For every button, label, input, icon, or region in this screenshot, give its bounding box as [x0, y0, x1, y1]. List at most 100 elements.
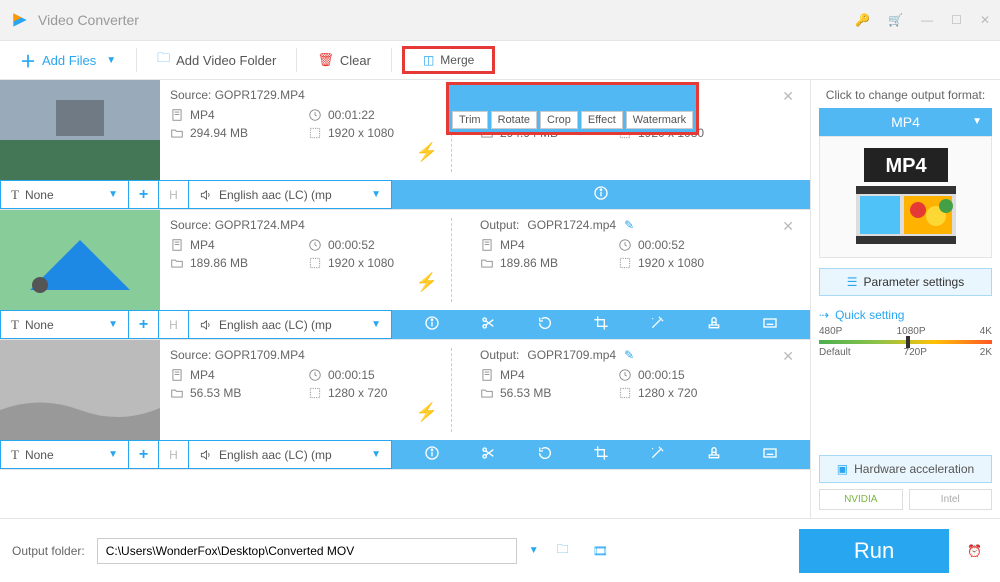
hd-toggle[interactable]: H [159, 181, 189, 208]
crop-button[interactable]: Crop [540, 87, 578, 129]
source-column: Source: GOPR1724.MP4 MP400:00:52 189.86 … [160, 210, 440, 310]
source-column: Source: GOPR1729.MP4 MP400:01:22 294.94 … [160, 80, 440, 180]
folder-icon: 🗀 [157, 49, 170, 71]
merge-button[interactable]: ◫ Merge [402, 46, 495, 74]
dropdown-icon[interactable]: ▼ [529, 545, 539, 556]
watermark-button[interactable]: Watermark [626, 87, 693, 129]
src-duration: 00:00:52 [328, 238, 375, 252]
thumbnail[interactable] [0, 210, 160, 310]
subtitle-button[interactable] [758, 441, 782, 468]
remove-row-button[interactable]: ✕ [782, 218, 794, 235]
watermark-button[interactable] [702, 441, 726, 468]
add-subtitle-button[interactable]: + [129, 311, 159, 338]
subtitle-selector[interactable]: TNone▼ [1, 311, 129, 338]
watermark-button[interactable] [702, 311, 726, 338]
info-button[interactable] [589, 181, 613, 208]
output-filename: GOPR1709.mp4 [527, 348, 616, 362]
edit-name-icon[interactable]: ✎ [624, 218, 634, 232]
audio-value: English aac (LC) (mp [219, 448, 332, 462]
src-format: MP4 [190, 368, 215, 382]
nvidia-chip: NVIDIA [819, 489, 903, 510]
edit-tools-popup: Trim Rotate Crop Effect Watermark [446, 82, 699, 135]
src-size: 294.94 MB [190, 126, 248, 140]
film-icon[interactable]: 🎞 [587, 544, 614, 558]
audio-selector[interactable]: English aac (LC) (mp▼ [189, 441, 391, 468]
remove-row-button[interactable]: ✕ [782, 348, 794, 365]
bolt-icon: ⚡ [416, 142, 438, 163]
clear-button[interactable]: 🗑 Clear [297, 41, 391, 79]
add-folder-button[interactable]: 🗀 Add Video Folder [137, 41, 296, 79]
src-resolution: 1280 x 720 [328, 386, 387, 400]
svg-text:MP4: MP4 [885, 155, 927, 177]
thumbnail[interactable] [0, 80, 160, 180]
crop-button[interactable] [589, 311, 613, 338]
src-duration: 00:01:22 [328, 108, 375, 122]
sliders-icon: ☰ [847, 275, 858, 289]
chevron-down-icon: ▼ [108, 189, 118, 200]
bolt-icon: ⚡ [416, 402, 438, 423]
clock-icon[interactable]: ⏰ [961, 544, 988, 558]
audio-value: English aac (LC) (mp [219, 188, 332, 202]
cart-icon[interactable]: 🛒 [888, 13, 903, 27]
preset-tick: 4K [980, 326, 992, 337]
output-column: Output: GOPR1709.mp4 ✎ MP400:00:15 56.53… [440, 340, 720, 440]
dimensions-icon [618, 256, 632, 270]
side-panel: Click to change output format: MP4 ▼ MP4… [810, 80, 1000, 518]
minimize-button[interactable]: — [921, 13, 933, 27]
trim-button[interactable] [476, 441, 500, 468]
key-icon[interactable]: 🔑 [855, 13, 870, 27]
parameter-settings-button[interactable]: ☰ Parameter settings [819, 268, 992, 296]
add-subtitle-button[interactable]: + [129, 181, 159, 208]
info-button[interactable] [420, 311, 444, 338]
clock-icon [308, 238, 322, 252]
effect-button[interactable] [645, 441, 669, 468]
trim-icon [458, 87, 482, 109]
maximize-button[interactable]: ☐ [951, 13, 962, 27]
source-prefix: Source: [170, 218, 211, 232]
edit-name-icon[interactable]: ✎ [624, 348, 634, 362]
rotate-button[interactable] [533, 441, 557, 468]
rotate-button[interactable] [533, 311, 557, 338]
output-folder-label: Output folder: [12, 544, 85, 558]
trim-button[interactable] [476, 311, 500, 338]
out-format: MP4 [500, 368, 525, 382]
rotate-label: Rotate [491, 111, 537, 129]
quality-slider[interactable]: 480P1080P4K Default720P2K [819, 326, 992, 358]
audio-selector[interactable]: English aac (LC) (mp▼ [189, 181, 391, 208]
output-folder-input[interactable] [97, 538, 517, 564]
file-row: ✕ Source: GOPR1709.MP4 MP400:00:15 56.53… [0, 340, 810, 470]
open-folder-icon[interactable]: 🗀 [551, 540, 575, 561]
info-button[interactable] [420, 441, 444, 468]
format-preview[interactable]: MP4 [819, 136, 992, 258]
subtitle-selector[interactable]: TNone▼ [1, 181, 129, 208]
format-icon [170, 238, 184, 252]
sound-icon [199, 188, 213, 202]
hd-toggle[interactable]: H [159, 311, 189, 338]
run-button[interactable]: Run [799, 529, 949, 573]
hardware-accel-button[interactable]: ▣ Hardware acceleration [819, 455, 992, 483]
close-button[interactable]: ✕ [980, 13, 990, 27]
effect-button[interactable] [645, 311, 669, 338]
format-icon [480, 368, 494, 382]
add-subtitle-button[interactable]: + [129, 441, 159, 468]
subtitle-button[interactable] [758, 311, 782, 338]
rotate-icon [502, 87, 526, 109]
crop-button[interactable] [589, 441, 613, 468]
chevron-down-icon: ▼ [108, 319, 118, 330]
thumbnail[interactable] [0, 340, 160, 440]
format-selector[interactable]: MP4 ▼ [819, 108, 992, 136]
rotate-button[interactable]: Rotate [491, 87, 537, 129]
out-duration: 00:00:15 [638, 368, 685, 382]
subtitle-value: None [25, 188, 54, 202]
remove-row-button[interactable]: ✕ [782, 88, 794, 105]
out-duration: 00:00:52 [638, 238, 685, 252]
quick-setting-label: ⇢ Quick setting [819, 308, 992, 322]
trim-button[interactable]: Trim [452, 87, 488, 129]
subtitle-selector[interactable]: TNone▼ [1, 441, 129, 468]
hd-toggle[interactable]: H [159, 441, 189, 468]
effect-button[interactable]: Effect [581, 87, 623, 129]
source-prefix: Source: [170, 348, 211, 362]
audio-selector[interactable]: English aac (LC) (mp▼ [189, 311, 391, 338]
intel-chip: Intel [909, 489, 993, 510]
add-files-button[interactable]: ＋ Add Files ▼ [0, 41, 136, 79]
